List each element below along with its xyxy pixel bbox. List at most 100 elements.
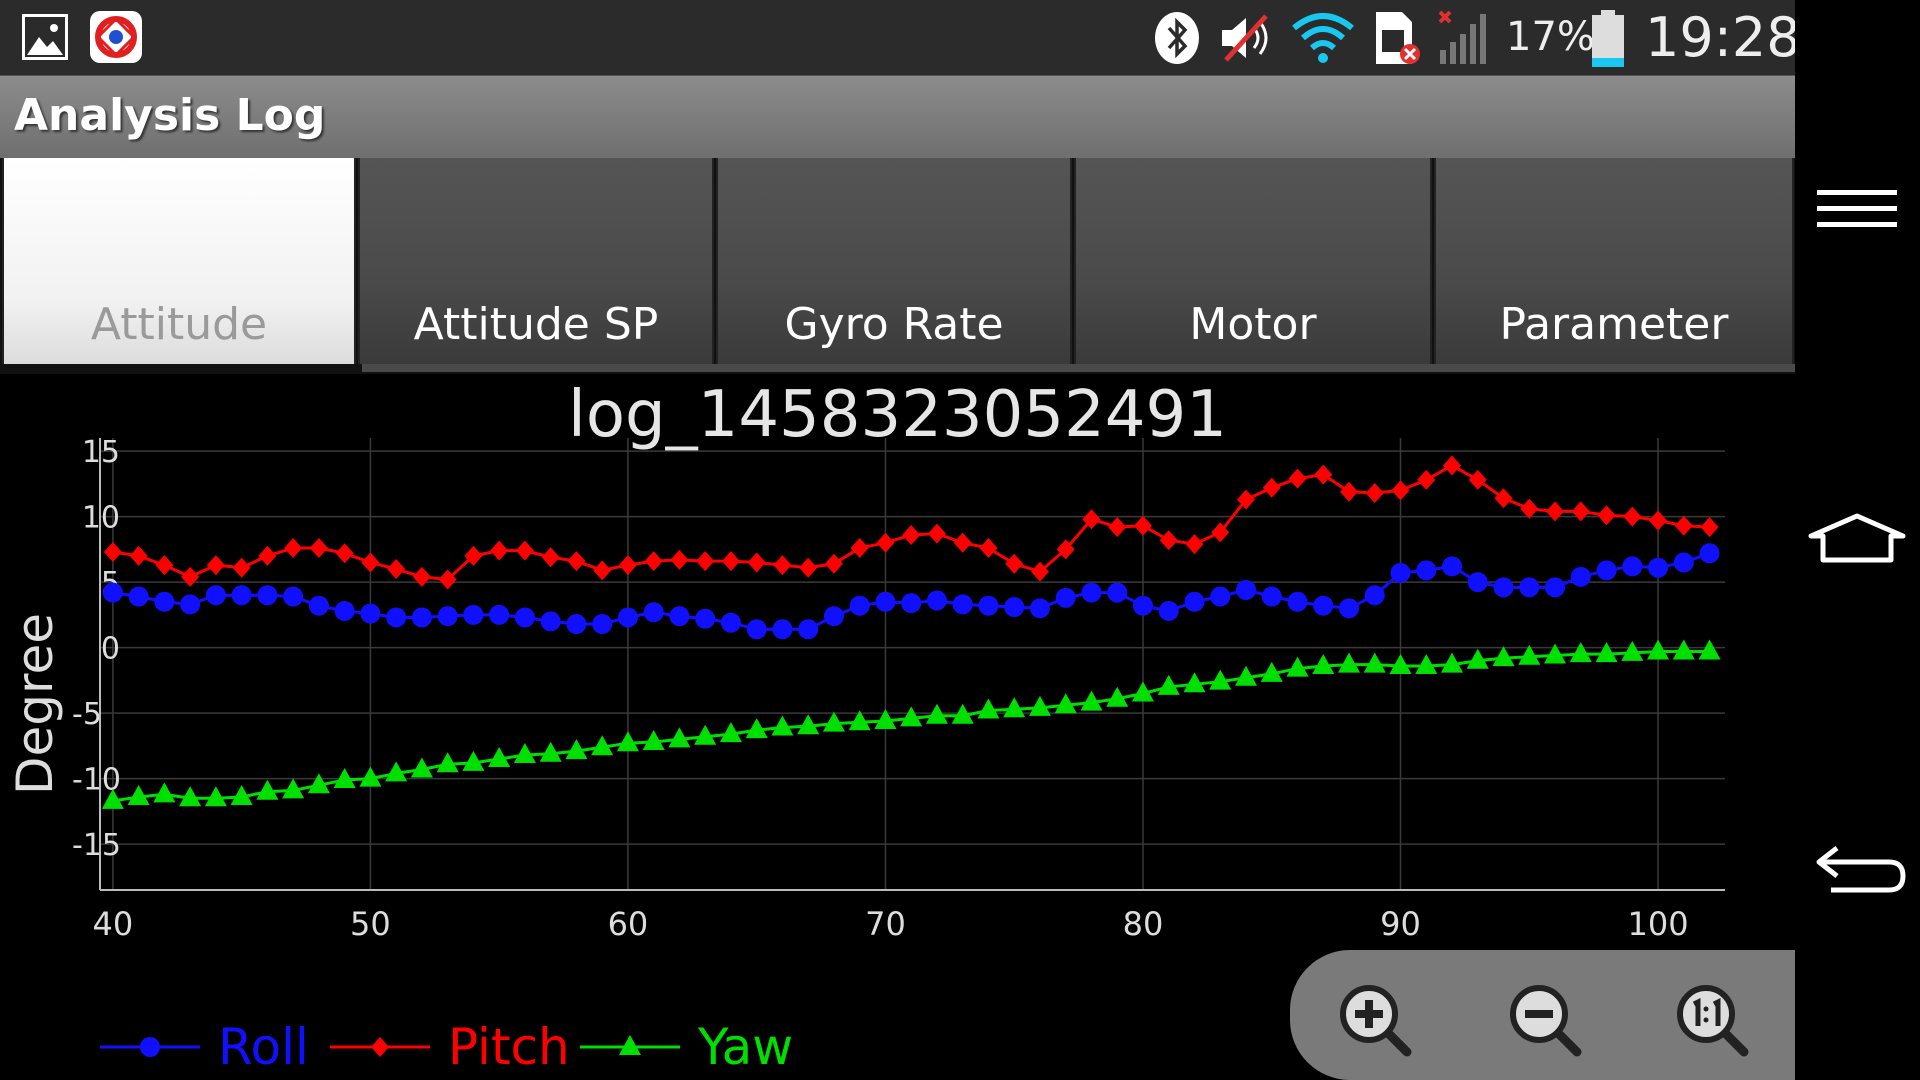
roll-data-point <box>823 606 844 627</box>
roll-data-point <box>1210 586 1231 607</box>
roll-data-point <box>875 591 896 612</box>
tab-attitude-sp[interactable]: Attitude SP <box>358 158 714 364</box>
pitch-data-point <box>721 551 740 572</box>
roll-data-point <box>1648 557 1669 578</box>
no-sim-icon <box>1370 10 1422 66</box>
y-tick-label: 15 <box>82 435 120 470</box>
roll-data-point <box>360 603 381 624</box>
pitch-data-point <box>258 545 277 566</box>
roll-data-point <box>1442 556 1463 577</box>
roll-data-point <box>411 607 432 628</box>
pitch-data-point <box>902 524 921 545</box>
tab-gyro-rate[interactable]: Gyro Rate <box>716 158 1072 364</box>
roll-data-point <box>1184 591 1205 612</box>
pitch-data-point <box>232 557 251 578</box>
yaw-data-point <box>1569 642 1592 663</box>
pitch-data-point <box>1443 455 1462 476</box>
roll-data-point <box>746 619 767 640</box>
tab-motor[interactable]: Motor <box>1074 158 1432 364</box>
pitch-data-point <box>1133 515 1152 536</box>
yaw-data-point <box>1698 639 1721 660</box>
yaw-data-point <box>1672 639 1695 660</box>
pitch-data-point <box>412 566 431 587</box>
roll-data-point <box>1132 595 1153 616</box>
roll-data-point <box>1055 587 1076 608</box>
roll-data-point <box>926 590 947 611</box>
roll-data-point <box>1107 582 1128 603</box>
pitch-data-point <box>1623 506 1642 527</box>
pitch-data-point <box>644 551 663 572</box>
yaw-data-point <box>256 779 279 800</box>
tab-bar: Attitude Attitude SP Gyro Rate Motor Par… <box>0 158 1795 374</box>
yaw-data-point <box>1003 697 1026 718</box>
pitch-legend-label: Pitch <box>448 1018 570 1076</box>
roll-data-point <box>1158 600 1179 621</box>
tab-indicator <box>362 364 1795 372</box>
roll-data-point <box>1364 585 1385 606</box>
roll-data-point <box>901 593 922 614</box>
yaw-data-point <box>436 752 459 773</box>
pitch-data-point <box>1674 515 1693 536</box>
y-tick-label: 0 <box>101 632 120 667</box>
zoom-in-icon[interactable] <box>1333 978 1423 1068</box>
roll-data-point <box>1570 566 1591 587</box>
pitch-data-point <box>541 547 560 568</box>
roll-data-point <box>1467 572 1488 593</box>
roll-data-point <box>386 607 407 628</box>
roll-data-point <box>102 582 123 603</box>
yaw-data-point <box>513 743 536 764</box>
y-tick-label: -5 <box>72 697 102 732</box>
pitch-data-point <box>1391 480 1410 501</box>
tab-label: Gyro Rate <box>784 299 1004 350</box>
pitch-data-point <box>747 552 766 573</box>
pitch-data-point <box>979 538 998 559</box>
roll-data-point <box>720 612 741 633</box>
home-icon[interactable] <box>1807 512 1907 568</box>
y-axis-label: Degree <box>6 613 64 795</box>
pitch-data-point <box>1494 488 1513 509</box>
roll-data-point <box>231 585 252 606</box>
roll-data-point <box>489 604 510 625</box>
pitch-data-point <box>284 538 303 559</box>
pitch-data-point <box>927 523 946 544</box>
roll-data-point <box>1673 552 1694 573</box>
roll-data-point <box>1519 577 1540 598</box>
roll-data-point <box>695 608 716 629</box>
battery-percent: 17% <box>1506 14 1595 60</box>
tab-label: Motor <box>1189 299 1317 350</box>
roll-data-point <box>1416 560 1437 581</box>
menu-icon[interactable] <box>1817 186 1901 236</box>
zoom-out-icon[interactable] <box>1503 978 1593 1068</box>
zoom-reset-icon[interactable] <box>1670 978 1760 1068</box>
tab-attitude[interactable]: Attitude <box>2 158 356 364</box>
yaw-data-point <box>771 715 794 736</box>
clock: 19:28 <box>1645 6 1801 69</box>
pitch-data-point <box>1571 501 1590 522</box>
pitch-data-point <box>824 553 843 574</box>
pitch-data-point <box>618 555 637 576</box>
pitch-data-point <box>1597 505 1616 526</box>
x-tick-label: 60 <box>608 905 649 943</box>
pitch-data-point <box>1546 501 1565 522</box>
tab-parameter[interactable]: Parameter <box>1434 158 1794 364</box>
roll-data-point <box>1235 579 1256 600</box>
roll-data-point <box>1004 597 1025 618</box>
yaw-data-point <box>153 782 176 803</box>
pitch-data-point <box>206 555 225 576</box>
x-tick-label: 40 <box>93 905 134 943</box>
pitch-data-point <box>1262 477 1281 498</box>
pitch-data-point <box>1520 498 1539 519</box>
pitch-data-point <box>1288 468 1307 489</box>
pitch-data-point <box>1649 510 1668 531</box>
x-tick-label: 70 <box>865 905 906 943</box>
roll-data-point <box>772 619 793 640</box>
pitch-data-point <box>1314 464 1333 485</box>
roll-data-point <box>463 604 484 625</box>
roll-data-point <box>1029 598 1050 619</box>
pitch-data-point <box>876 532 895 553</box>
yaw-data-point <box>1389 653 1412 674</box>
back-icon[interactable] <box>1813 842 1909 902</box>
pitch-data-point <box>1185 534 1204 555</box>
y-tick-label: 10 <box>82 501 120 536</box>
roll-data-point <box>617 607 638 628</box>
